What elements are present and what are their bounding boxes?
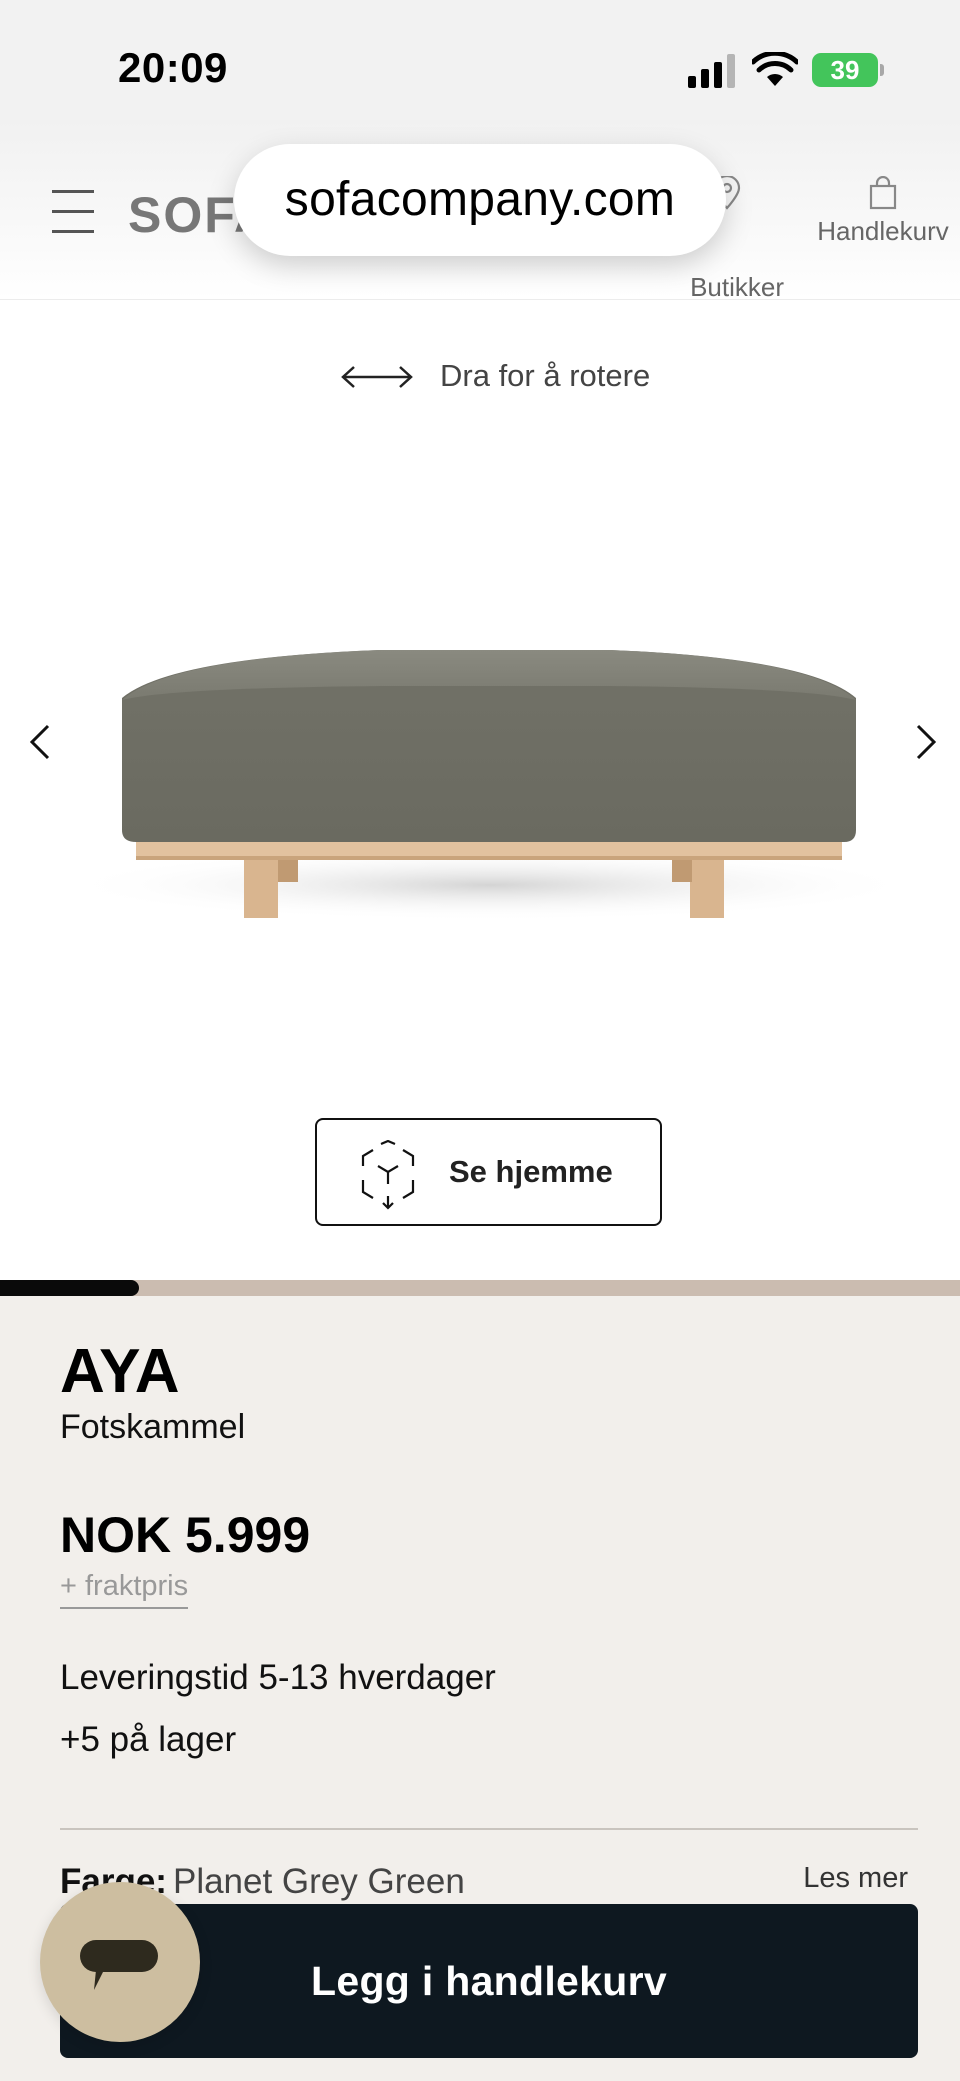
status-bar: 20:09 39 xyxy=(0,0,960,120)
gallery-progress-fill xyxy=(0,1280,140,1296)
browser-url-bar[interactable]: sofacompany.com xyxy=(234,144,726,256)
shopping-bag-icon xyxy=(869,176,897,210)
chat-bubble-icon xyxy=(80,1940,158,1990)
rotate-arrows-icon xyxy=(341,366,413,388)
divider xyxy=(60,1828,918,1830)
stores-label: Butikker xyxy=(690,272,784,302)
rotate-hint-label: Dra for å rotere xyxy=(440,358,651,393)
chat-button[interactable] xyxy=(40,1882,200,2042)
battery-level: 39 xyxy=(830,55,860,85)
read-more-link[interactable]: Les mer xyxy=(803,1862,908,1895)
ar-cube-icon xyxy=(361,1140,415,1210)
product-name: AYA xyxy=(60,1337,180,1406)
color-selector[interactable]: Farge:Planet Grey Green Les mer xyxy=(60,1862,908,1902)
delivery-time: Leveringstid 5-13 hverdager xyxy=(60,1658,496,1697)
cart-link[interactable]: Handlekurv xyxy=(812,176,954,247)
color-value: Planet Grey Green xyxy=(172,1862,465,1901)
battery-charging-icon: 39 xyxy=(812,53,884,87)
wifi-icon xyxy=(752,52,798,86)
product-image-ottoman xyxy=(60,650,920,920)
see-at-home-button[interactable]: Se hjemme xyxy=(315,1118,662,1226)
product-3d-viewer[interactable]: Dra for å rotere Se hjemme xyxy=(0,300,960,1280)
see-at-home-label: Se hjemme xyxy=(449,1154,613,1189)
cellular-signal-icon xyxy=(688,54,735,88)
gallery-progress-bar xyxy=(0,1280,960,1296)
hamburger-menu-icon[interactable] xyxy=(52,190,94,236)
status-time: 20:09 xyxy=(118,44,228,91)
product-price: NOK 5.999 xyxy=(60,1507,311,1563)
cart-label: Handlekurv xyxy=(817,216,949,246)
stock-status: +5 på lager xyxy=(60,1720,237,1759)
shipping-price-link[interactable]: + fraktpris xyxy=(60,1570,189,1609)
product-type: Fotskammel xyxy=(60,1408,246,1446)
